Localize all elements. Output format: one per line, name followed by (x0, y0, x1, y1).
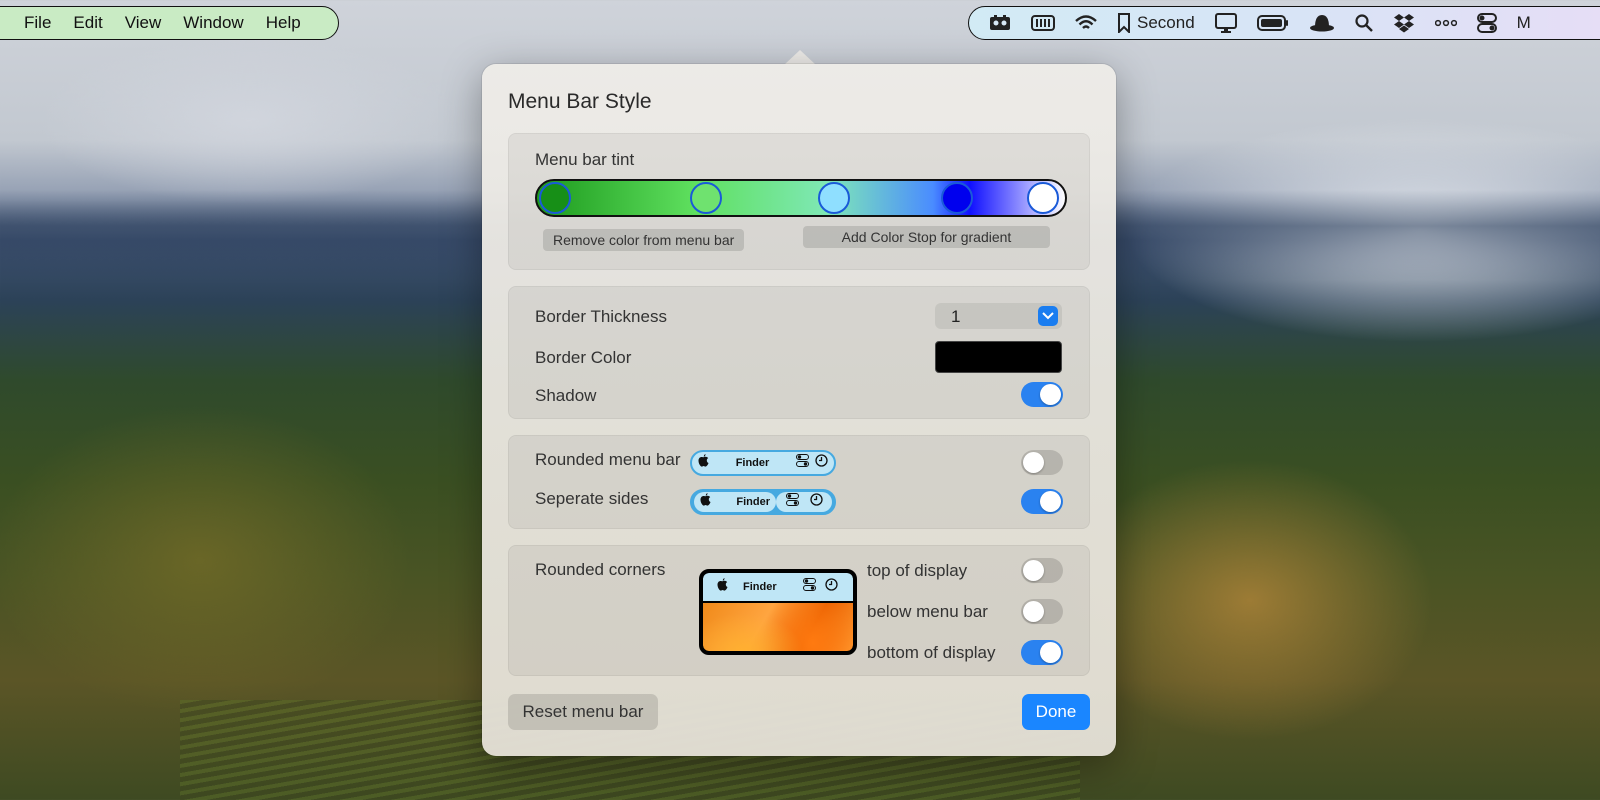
top-of-display-label: top of display (867, 561, 968, 580)
control-center-icon (796, 454, 809, 472)
clock-icon (809, 493, 823, 511)
add-color-stop-button[interactable]: Add Color Stop for gradient (803, 226, 1050, 248)
color-stop-1[interactable] (539, 182, 571, 214)
below-menubar-toggle[interactable] (1021, 599, 1063, 624)
toggle-knob (1023, 560, 1044, 581)
battery-stripes-icon[interactable] (1031, 8, 1055, 38)
control-center-icon (785, 493, 799, 511)
rounded-menubar-label: Rounded menu bar (535, 450, 681, 469)
toggle-knob (1040, 642, 1061, 663)
menubar-left: File Edit View Window Help (0, 6, 339, 40)
popover-arrow (784, 50, 816, 65)
menu-file[interactable]: File (13, 13, 62, 33)
wifi-icon[interactable] (1075, 8, 1097, 38)
border-panel: Border Thickness 1 Border Color Shadow (508, 286, 1090, 419)
menubar-right: Second M (968, 6, 1600, 40)
clock-icon (824, 578, 838, 596)
bookmark-icon (1118, 13, 1130, 33)
tint-label: Menu bar tint (535, 150, 635, 169)
border-thickness-label: Border Thickness (535, 307, 667, 326)
preview-app-name: Finder (736, 496, 770, 508)
tint-gradient-slider[interactable] (535, 179, 1067, 217)
clock-icon (815, 454, 828, 472)
menu-view[interactable]: View (114, 13, 173, 33)
bookmark-second-item[interactable]: Second (1117, 8, 1195, 38)
menu-edit[interactable]: Edit (62, 13, 113, 33)
preview-app-name: Finder (743, 581, 777, 593)
rounded-corners-preview: Finder (699, 569, 857, 655)
rounded-menubar-toggle[interactable] (1021, 450, 1063, 475)
bottom-of-display-label: bottom of display (867, 643, 996, 662)
apple-icon (717, 578, 728, 596)
menubar-app-icon[interactable] (989, 8, 1011, 38)
toggle-knob (1040, 491, 1061, 512)
shadow-label: Shadow (535, 386, 597, 405)
control-center-icon (802, 578, 816, 596)
top-of-display-toggle[interactable] (1021, 558, 1063, 583)
reset-menubar-button[interactable]: Reset menu bar (508, 694, 658, 730)
color-stop-5[interactable] (1027, 182, 1059, 214)
menu-bar-style-popover: Menu Bar Style Menu bar tint Remove colo… (482, 64, 1116, 756)
remove-color-button[interactable]: Remove color from menu bar (543, 229, 745, 251)
more-dots-icon[interactable] (1434, 8, 1457, 38)
separate-sides-preview: Finder (690, 489, 836, 515)
preview-menubar: Finder (703, 573, 853, 601)
color-stop-4[interactable] (941, 182, 973, 214)
rounded-corners-label: Rounded corners (535, 560, 666, 579)
corners-panel: Rounded corners Finder top of display be… (508, 545, 1090, 676)
menu-window[interactable]: Window (172, 13, 254, 33)
shadow-toggle[interactable] (1021, 382, 1063, 407)
truncated-menu-item[interactable]: M (1517, 8, 1531, 38)
done-button[interactable]: Done (1022, 694, 1090, 730)
toggle-knob (1040, 384, 1061, 405)
below-menubar-label: below menu bar (867, 602, 988, 621)
battery-icon[interactable] (1256, 8, 1289, 38)
search-icon[interactable] (1355, 8, 1373, 38)
border-thickness-value: 1 (951, 307, 961, 326)
separate-sides-label: Seperate sides (535, 489, 649, 508)
toggle-knob (1023, 452, 1044, 473)
shape-panel: Rounded menu bar Finder Seperate sides F… (508, 435, 1090, 529)
color-stop-3[interactable] (818, 182, 850, 214)
preview-wallpaper (703, 603, 853, 651)
preview-right-segment (776, 492, 832, 512)
preview-app-name: Finder (735, 457, 770, 469)
border-thickness-select[interactable]: 1 (935, 303, 1062, 329)
chevron-down-icon (1038, 306, 1058, 326)
hat-icon[interactable] (1309, 8, 1335, 38)
display-icon[interactable] (1214, 8, 1237, 38)
tint-panel: Menu bar tint Remove color from menu bar… (508, 133, 1090, 270)
border-color-label: Border Color (535, 348, 632, 367)
bottom-of-display-toggle[interactable] (1021, 640, 1063, 665)
preview-left-segment: Finder (694, 492, 776, 512)
dropbox-icon[interactable] (1393, 8, 1415, 38)
border-color-well[interactable] (935, 341, 1062, 373)
toggle-knob (1023, 601, 1044, 622)
second-label: Second (1137, 13, 1195, 32)
apple-icon (698, 454, 709, 472)
popover-title: Menu Bar Style (508, 90, 652, 113)
apple-icon (700, 493, 711, 511)
rounded-menubar-preview: Finder (690, 450, 836, 476)
menu-help[interactable]: Help (255, 13, 312, 33)
separate-sides-toggle[interactable] (1021, 489, 1063, 514)
control-center-icon[interactable] (1476, 8, 1497, 38)
color-stop-2[interactable] (690, 182, 722, 214)
